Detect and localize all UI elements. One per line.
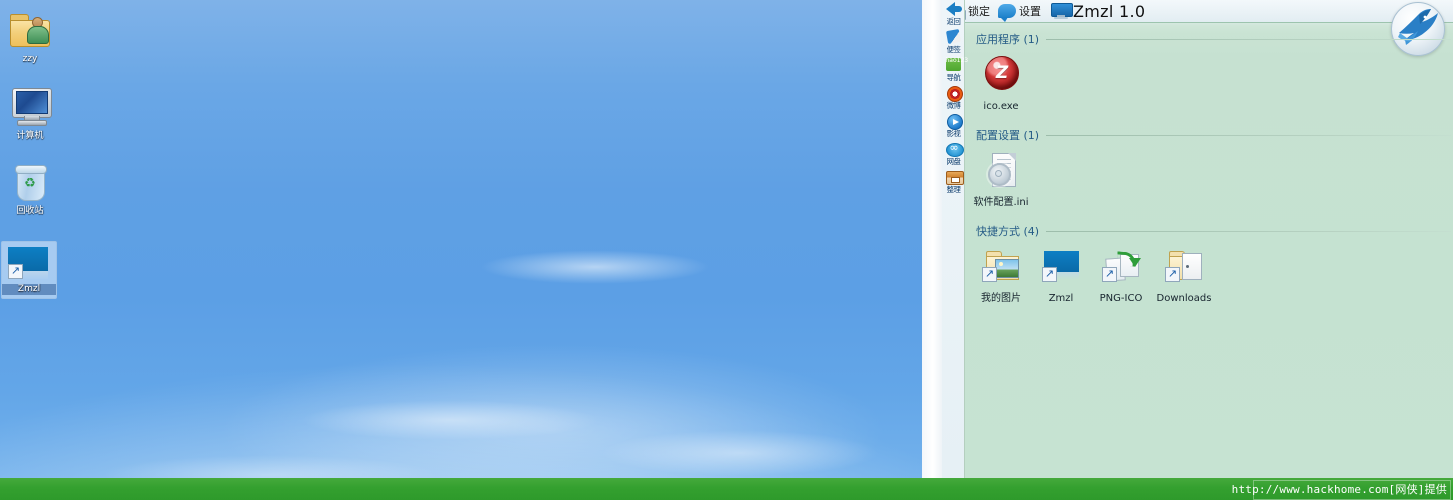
- zmzl-rect-icon: ↗: [1041, 248, 1081, 290]
- section-divider: [1046, 230, 1451, 232]
- item-label: Zmzl: [1048, 293, 1074, 304]
- sidebar-item-cloud-disk[interactable]: 网盘: [942, 140, 964, 168]
- item-label: ico.exe: [983, 101, 1019, 112]
- shortcut-overlay-icon: ↗: [982, 267, 997, 282]
- shortcut-overlay-icon: ↗: [1042, 267, 1057, 282]
- organize-box-icon: [945, 169, 964, 185]
- sidebar-item-organize[interactable]: 整理: [942, 168, 964, 196]
- cloud-disk-icon: [945, 141, 964, 157]
- panel-titlebar: 锁定 设置 Zmzl 1.0: [942, 0, 1453, 22]
- sidebar-item-label: 导航: [946, 73, 960, 82]
- section-config: 配置设置 (1) 软件配置.ini: [964, 127, 1453, 209]
- section-applications: 应用程序 (1) Z ico.exe: [964, 31, 1453, 113]
- watermark-text: http://www.hackhome.com[网侠]提供: [1231, 483, 1447, 496]
- item-label: 我的图片: [981, 293, 1021, 304]
- sidebar-item-label: 整理: [946, 185, 960, 194]
- nav-badge-text: hao123: [945, 57, 969, 64]
- sticky-note-pen-icon: [945, 28, 962, 45]
- screen-root: zzy 计算机 ♻ 回收站 ↗ Zmzl 锁定 设置 Zmzl 1.0 返回 便…: [0, 0, 1453, 500]
- ini-gear-document-icon: [981, 152, 1021, 194]
- section-divider: [1046, 134, 1451, 136]
- section-header: 配置设置 (1): [964, 127, 1453, 143]
- sidebar-item-video[interactable]: 影视: [942, 112, 964, 140]
- desktop-icon-zmzl[interactable]: ↗ Zmzl: [1, 241, 57, 299]
- sidebar-item-label: 微博: [946, 101, 960, 110]
- panel-content: 应用程序 (1) Z ico.exe 配置设置 (1) 软件配置.ini 快捷方…: [964, 22, 1453, 478]
- item-downloads[interactable]: ↗ Downloads: [1152, 246, 1216, 305]
- pictures-folder-icon: ↗: [981, 248, 1021, 290]
- png-to-ico-convert-icon: ↗: [1101, 248, 1141, 290]
- desktop-icon-label: 计算机: [16, 131, 44, 141]
- zmzl-panel: 锁定 设置 Zmzl 1.0 返回 便签 hao123 导航 微博 影视 ∞ 网…: [942, 0, 1453, 478]
- sidebar-item-sticky-note[interactable]: 便签: [942, 28, 964, 56]
- section-items: 软件配置.ini: [964, 143, 1453, 209]
- recycle-bin-icon: ♻: [6, 160, 54, 204]
- settings-button-label: 设置: [1019, 5, 1041, 18]
- item-ico-exe[interactable]: Z ico.exe: [972, 54, 1030, 113]
- item-my-pictures[interactable]: ↗ 我的图片: [972, 246, 1030, 305]
- shortcut-overlay-icon: ↗: [1102, 267, 1117, 282]
- desktop-panel-gutter: [922, 0, 942, 478]
- lock-button-label: 锁定: [968, 5, 990, 18]
- sidebar-item-label: 便签: [946, 45, 960, 54]
- desktop-icon-recycle-bin[interactable]: ♻ 回收站: [2, 160, 58, 217]
- cloud-wisp: [480, 250, 710, 284]
- item-config-ini[interactable]: 软件配置.ini: [972, 150, 1030, 209]
- shortcut-overlay-icon: ↗: [1165, 267, 1180, 282]
- section-header: 快捷方式 (4): [964, 223, 1453, 239]
- desktop-icon-label: zzy: [22, 54, 38, 64]
- bottom-status-bar: http://www.hackhome.com[网侠]提供: [0, 478, 1453, 500]
- section-items: Z ico.exe: [964, 47, 1453, 113]
- section-items: ↗ 我的图片 ↗ Zmzl ↗ PNG-ICO ↗ Downloads: [964, 239, 1453, 305]
- section-title: 应用程序 (1): [976, 33, 1040, 46]
- item-png-ico[interactable]: ↗ PNG-ICO: [1092, 246, 1150, 305]
- item-label: PNG-ICO: [1099, 293, 1143, 304]
- monitor-icon: [1051, 3, 1073, 19]
- sidebar-item-label: 网盘: [946, 157, 960, 166]
- desktop-icon-computer[interactable]: 计算机: [2, 85, 58, 142]
- app-title: Zmzl 1.0: [1073, 1, 1146, 21]
- item-zmzl[interactable]: ↗ Zmzl: [1032, 246, 1090, 305]
- item-label: Downloads: [1156, 293, 1212, 304]
- computer-icon: [6, 85, 54, 129]
- section-divider: [1046, 38, 1451, 40]
- cloud-wisp: [300, 400, 600, 440]
- sidebar-item-back[interactable]: 返回: [942, 0, 964, 28]
- back-arrow-icon: [945, 1, 962, 17]
- section-title: 快捷方式 (4): [976, 225, 1040, 238]
- desktop-background[interactable]: zzy 计算机 ♻ 回收站 ↗ Zmzl: [0, 0, 922, 478]
- speech-bubble-icon: [998, 4, 1016, 22]
- item-label: 软件配置.ini: [973, 197, 1029, 208]
- cloud-wisp: [100, 455, 440, 478]
- cloud-wisp: [600, 430, 880, 476]
- desktop-icon-user-folder[interactable]: zzy: [2, 8, 58, 65]
- section-title: 配置设置 (1): [976, 129, 1040, 142]
- section-header: 应用程序 (1): [964, 31, 1453, 47]
- sidebar-item-navigation[interactable]: hao123 导航: [942, 56, 969, 84]
- zmzl-shortcut-icon: ↗: [5, 244, 53, 282]
- app-title-group: Zmzl 1.0: [1051, 2, 1145, 21]
- desktop-icon-label: 回收站: [16, 206, 44, 216]
- shortcut-overlay-icon: ↗: [8, 264, 23, 279]
- open-folder-icon: ↗: [1164, 248, 1204, 290]
- weibo-eye-icon: [945, 85, 963, 102]
- sidebar-item-label: 返回: [946, 17, 960, 26]
- sidebar-item-weibo[interactable]: 微博: [942, 84, 964, 112]
- hao123-nav-icon: hao123: [945, 57, 969, 73]
- red-sphere-exe-icon: Z: [981, 56, 1021, 98]
- video-play-icon: [945, 113, 963, 130]
- sidebar-item-label: 影视: [946, 129, 960, 138]
- panel-sidebar: 返回 便签 hao123 导航 微博 影视 网盘: [942, 0, 969, 478]
- desktop-icon-label: Zmzl: [2, 284, 56, 295]
- settings-button[interactable]: 设置: [998, 3, 1041, 22]
- section-shortcuts: 快捷方式 (4) ↗ 我的图片 ↗ Zmzl ↗ PNG-ICO ↗ Downl…: [964, 223, 1453, 305]
- user-folder-icon: [6, 8, 54, 52]
